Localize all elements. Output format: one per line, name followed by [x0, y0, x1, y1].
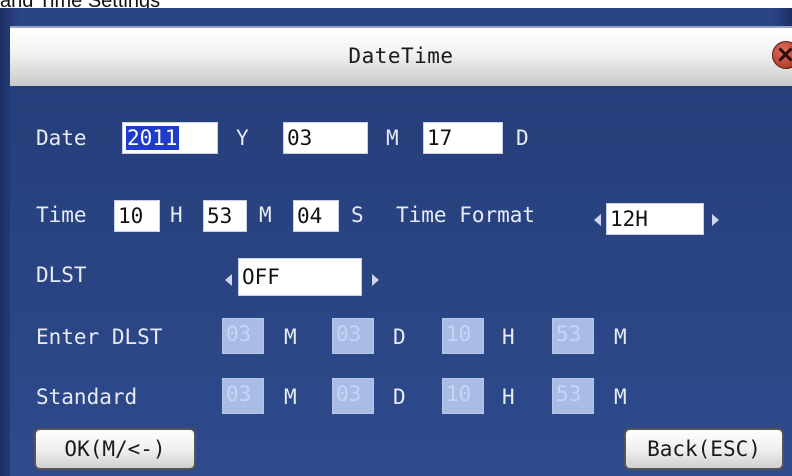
time-format-select[interactable]: 12H: [606, 203, 704, 235]
hour-field[interactable]: 10: [114, 200, 160, 232]
enter-dlst-day-field[interactable]: 03: [332, 318, 374, 354]
format-left-arrow-icon[interactable]: [594, 214, 601, 226]
enter-dlst-month-unit: M: [284, 325, 297, 349]
close-icon[interactable]: [772, 41, 792, 69]
dlst-label: DLST: [36, 263, 87, 287]
month-field[interactable]: 03: [283, 122, 368, 154]
standard-month-field[interactable]: 03: [222, 378, 264, 414]
page-caption: and Time Settings: [0, 0, 792, 8]
title-bar: DateTime: [10, 26, 792, 88]
ok-button[interactable]: OK(M/<-): [34, 428, 196, 470]
day-unit-label: D: [516, 126, 529, 150]
minute-unit-label: M: [259, 203, 272, 227]
standard-hour-unit: H: [502, 385, 515, 409]
day-field[interactable]: 17: [423, 122, 503, 154]
window-title: DateTime: [348, 44, 454, 68]
dlst-left-arrow-icon[interactable]: [225, 274, 232, 286]
enter-dlst-month-field[interactable]: 03: [222, 318, 264, 354]
enter-dlst-hour-unit: H: [502, 325, 515, 349]
dialog-body: Date 2011 Y 03 M 17 D Time 10 H 53 M 04 …: [10, 86, 792, 476]
dlst-select[interactable]: OFF: [238, 258, 362, 296]
hour-unit-label: H: [170, 203, 183, 227]
minute-field[interactable]: 53: [203, 200, 247, 232]
standard-day-unit: D: [393, 385, 406, 409]
year-value: 2011: [126, 126, 179, 150]
standard-label: Standard: [36, 385, 138, 409]
standard-minute-field[interactable]: 53: [552, 378, 594, 414]
enter-dlst-minute-field[interactable]: 53: [552, 318, 594, 354]
time-label: Time: [36, 203, 87, 227]
standard-hour-field[interactable]: 10: [442, 378, 484, 414]
time-format-label: Time Format: [396, 203, 536, 227]
month-unit-label: M: [386, 126, 399, 150]
standard-day-field[interactable]: 03: [332, 378, 374, 414]
standard-month-unit: M: [284, 385, 297, 409]
enter-dlst-hour-field[interactable]: 10: [442, 318, 484, 354]
year-unit-label: Y: [236, 126, 249, 150]
dlst-right-arrow-icon[interactable]: [372, 274, 379, 286]
standard-minute-unit: M: [614, 385, 627, 409]
second-unit-label: S: [351, 203, 364, 227]
date-label: Date: [36, 126, 87, 150]
enter-dlst-minute-unit: M: [614, 325, 627, 349]
enter-dlst-label: Enter DLST: [36, 325, 163, 349]
format-right-arrow-icon[interactable]: [712, 214, 719, 226]
datetime-dialog: DateTime Date 2011 Y 03 M 17 D Time 10 H…: [0, 8, 792, 476]
enter-dlst-day-unit: D: [393, 325, 406, 349]
second-field[interactable]: 04: [293, 200, 339, 232]
back-button[interactable]: Back(ESC): [624, 428, 784, 470]
year-field[interactable]: 2011: [122, 122, 218, 154]
